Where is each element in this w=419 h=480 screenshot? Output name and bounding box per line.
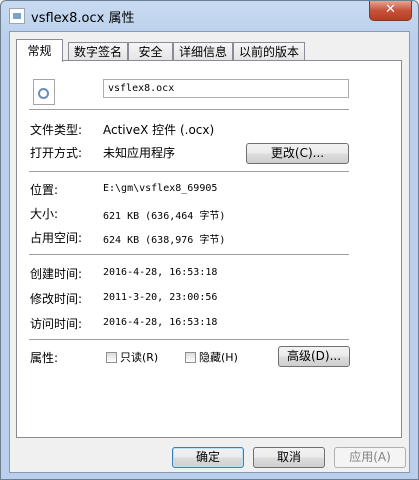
divider xyxy=(29,171,349,172)
size-label: 大小: xyxy=(30,207,59,221)
close-button[interactable]: ✕ xyxy=(369,1,412,21)
accessed-label: 访问时间: xyxy=(30,317,83,331)
file-type-value: ActiveX 控件 (.ocx) xyxy=(103,123,215,137)
title-bar[interactable]: vsflex8.ocx 属性 ✕ xyxy=(1,1,418,31)
created-label: 创建时间: xyxy=(30,267,83,281)
accessed-value: 2016-4-28, 16:53:18 xyxy=(103,317,218,328)
hidden-label[interactable]: 隐藏(H) xyxy=(199,349,238,365)
tab-general[interactable]: 常规 xyxy=(16,39,63,62)
window-title: vsflex8.ocx 属性 xyxy=(31,11,135,26)
apply-button[interactable]: 应用(A) xyxy=(334,447,406,468)
cancel-button[interactable]: 取消 xyxy=(253,447,325,468)
divider xyxy=(29,254,349,255)
divider xyxy=(29,339,349,340)
open-with-value: 未知应用程序 xyxy=(103,146,176,160)
created-value: 2016-4-28, 16:53:18 xyxy=(103,267,218,278)
size-value: 621 KB (636,464 字节) xyxy=(103,211,226,222)
divider xyxy=(29,109,349,110)
hidden-checkbox[interactable] xyxy=(185,352,196,363)
advanced-button[interactable]: 高级(D)... xyxy=(278,346,350,367)
modified-label: 修改时间: xyxy=(30,292,83,306)
attributes-label: 属性: xyxy=(30,351,59,365)
file-type-label: 文件类型: xyxy=(30,123,83,137)
change-button[interactable]: 更改(C)... xyxy=(246,143,349,164)
ocx-file-icon xyxy=(33,79,55,105)
readonly-label[interactable]: 只读(R) xyxy=(120,349,158,365)
properties-window: vsflex8.ocx 属性 ✕ 常规 数字签名 安全 详细信息 以前的版本 v… xyxy=(0,0,419,480)
location-value: E:\gm\vsflex8_69905 xyxy=(103,183,218,194)
file-icon xyxy=(9,8,25,24)
location-label: 位置: xyxy=(30,183,59,197)
tab-security[interactable]: 安全 xyxy=(128,42,173,61)
dialog-body: 常规 数字签名 安全 详细信息 以前的版本 vsflex8.ocx 文件类型: … xyxy=(9,31,410,473)
size-on-disk-value: 624 KB (638,976 字节) xyxy=(103,235,226,246)
tab-previous-versions[interactable]: 以前的版本 xyxy=(233,42,305,61)
ok-button[interactable]: 确定 xyxy=(172,447,244,468)
modified-value: 2011-3-20, 23:00:56 xyxy=(103,292,218,303)
readonly-checkbox[interactable] xyxy=(106,352,117,363)
open-with-label: 打开方式: xyxy=(30,146,83,160)
size-on-disk-label: 占用空间: xyxy=(30,231,83,245)
file-name-field[interactable]: vsflex8.ocx xyxy=(103,79,349,98)
tab-digital-signatures[interactable]: 数字签名 xyxy=(68,42,128,61)
general-panel: vsflex8.ocx 文件类型: ActiveX 控件 (.ocx) 打开方式… xyxy=(16,60,402,438)
tab-details[interactable]: 详细信息 xyxy=(173,42,233,61)
